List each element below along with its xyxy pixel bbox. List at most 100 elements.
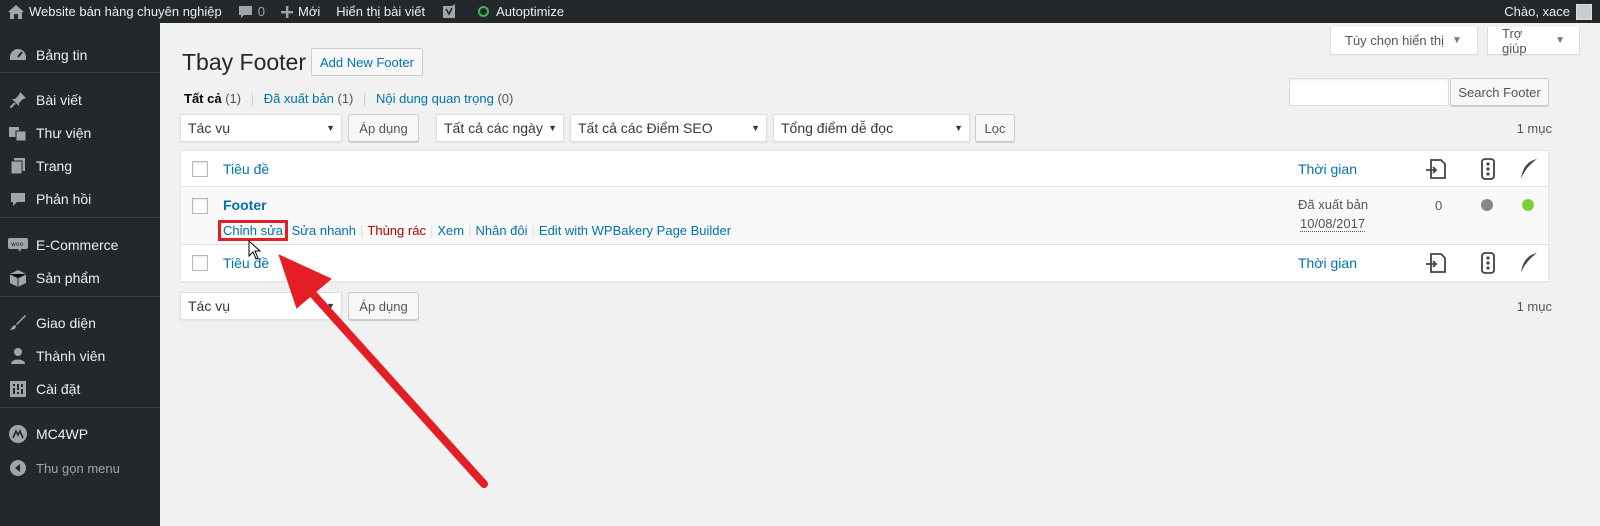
wpbakery-edit-link[interactable]: Edit with WPBakery Page Builder	[539, 223, 731, 238]
items-count: 1 mục	[1516, 121, 1552, 136]
search-footer-button[interactable]: Search Footer	[1450, 78, 1549, 106]
post-date: 10/08/2017	[1300, 216, 1366, 232]
filter-published-link[interactable]: Đã xuất bản	[264, 91, 334, 106]
title-column-header[interactable]: Tiêu đề	[223, 161, 269, 177]
sidebar-item-products[interactable]: Sản phẩm	[0, 263, 160, 293]
filter-all-count: (1)	[225, 91, 242, 106]
sidebar-item-dashboard[interactable]: Bảng tin	[0, 40, 160, 70]
sidebar-item-settings[interactable]: Cài đặt	[0, 374, 160, 404]
collapse-menu-label: Thu gọn menu	[36, 460, 120, 476]
filter-separator: |	[250, 91, 255, 106]
show-posts-link[interactable]: Hiển thị bài viết	[328, 0, 433, 23]
sidebar-item-ecommerce[interactable]: woo E-Commerce	[0, 230, 160, 260]
sidebar-item-comments[interactable]: Phản hồi	[0, 184, 160, 214]
filter-cornerstone-count: (0)	[497, 91, 514, 106]
help-button[interactable]: Trợ giúp ▼	[1487, 25, 1580, 56]
edit-highlight-box: Chỉnh sửa	[218, 220, 289, 241]
bulk-action-select-bottom[interactable]: Tác vụ ▼	[180, 292, 342, 320]
sidebar-item-label: Trang	[36, 158, 73, 174]
select-arrow-icon: ▼	[326, 301, 335, 311]
traffic-light-icon	[1477, 252, 1499, 274]
items-count-bottom: 1 mục	[1516, 299, 1552, 314]
admin-sidebar: Bảng tin Bài viết Thư viện Trang Phản hồ…	[0, 23, 160, 526]
select-all-checkbox[interactable]	[192, 161, 208, 177]
date-column-footer[interactable]: Thời gian	[1298, 255, 1357, 271]
apply-button[interactable]: Áp dụng	[348, 114, 419, 142]
links-icon	[1425, 252, 1447, 274]
seo-score-value: Tất cả các Điểm SEO	[578, 120, 713, 136]
filter-button[interactable]: Lọc	[975, 114, 1015, 142]
new-content-link[interactable]: Mới	[273, 0, 328, 23]
search-input[interactable]	[1289, 78, 1449, 106]
sidebar-item-users[interactable]: Thành viên	[0, 341, 160, 371]
media-icon	[8, 125, 28, 141]
feather-icon	[1518, 252, 1540, 274]
filter-cornerstone-link[interactable]: Nội dung quan trọng	[376, 91, 494, 106]
svg-text:woo: woo	[11, 241, 24, 248]
comment-bubble-icon	[238, 5, 253, 19]
row-title-link[interactable]: Footer	[223, 197, 267, 213]
seo-score-select[interactable]: Tất cả các Điểm SEO ▼	[570, 114, 767, 142]
date-column-header[interactable]: Thời gian	[1298, 161, 1357, 177]
help-label: Trợ giúp	[1502, 25, 1527, 56]
view-link[interactable]: Xem	[437, 223, 464, 238]
table-header-row: Tiêu đề Thời gian	[181, 151, 1548, 187]
table-row: Footer Chỉnh sửa Sửa nhanh | Thùng rác | Xem…	[181, 187, 1548, 245]
collapse-arrow-icon	[8, 460, 28, 476]
select-arrow-icon: ▼	[751, 123, 760, 133]
screen-options-button[interactable]: Tùy chọn hiển thị ▼	[1330, 27, 1478, 55]
filter-all-link[interactable]: Tất cả	[184, 91, 222, 106]
sidebar-item-media[interactable]: Thư viện	[0, 118, 160, 148]
plus-icon	[280, 5, 293, 18]
select-arrow-icon: ▼	[548, 123, 557, 133]
readability-value: Tổng điểm dễ đọc	[781, 120, 894, 136]
autoptimize-menu[interactable]: Autoptimize	[470, 0, 572, 23]
avatar	[1576, 3, 1592, 20]
table-footer-row: Tiêu đề Thời gian	[181, 245, 1548, 282]
traffic-light-icon	[1477, 158, 1499, 180]
select-all-checkbox-footer[interactable]	[192, 255, 208, 271]
sidebar-item-appearance[interactable]: Giao diện	[0, 308, 160, 338]
yoast-icon	[441, 3, 457, 20]
collapse-menu-button[interactable]: Thu gọn menu	[0, 453, 160, 483]
page-title: Tbay Footer	[182, 49, 306, 75]
readability-select[interactable]: Tổng điểm dễ đọc ▼	[773, 114, 970, 142]
add-new-footer-button[interactable]: Add New Footer	[311, 48, 423, 76]
bulk-action-value: Tác vụ	[188, 298, 231, 314]
title-column-footer[interactable]: Tiêu đề	[223, 255, 269, 271]
comments-count: 0	[257, 4, 265, 19]
row-checkbox[interactable]	[192, 198, 208, 214]
sidebar-item-pages[interactable]: Trang	[0, 151, 160, 181]
bulk-action-value: Tác vụ	[188, 120, 231, 136]
page-icon	[8, 158, 28, 174]
site-name-link[interactable]: Website bán hàng chuyên nghiệp	[0, 0, 230, 23]
post-status: Đã xuất bản	[1298, 197, 1369, 212]
sidebar-item-label: Bài viết	[36, 92, 82, 108]
sidebar-item-mc4wp[interactable]: MC4WP	[0, 419, 160, 449]
my-account[interactable]: Chào, xace	[1504, 0, 1592, 23]
filter-separator: |	[362, 91, 367, 106]
sidebar-item-label: Thành viên	[36, 348, 106, 364]
yoast-menu[interactable]	[433, 0, 470, 23]
date-filter-select[interactable]: Tất cả các ngày ▼	[436, 114, 564, 142]
greeting: Chào, xace	[1504, 4, 1570, 19]
sidebar-item-label: E-Commerce	[36, 237, 119, 253]
settings-icon	[8, 381, 28, 397]
comments-link[interactable]: 0	[230, 0, 273, 23]
sidebar-item-label: Sản phẩm	[36, 270, 100, 286]
date-filter-value: Tất cả các ngày	[444, 120, 543, 136]
menu-separator	[0, 407, 160, 408]
sidebar-item-posts[interactable]: Bài viết	[0, 85, 160, 115]
caret-down-icon: ▼	[1555, 35, 1565, 46]
edit-link[interactable]: Chỉnh sửa	[223, 223, 283, 238]
quick-edit-link[interactable]: Sửa nhanh	[292, 223, 356, 238]
trash-link[interactable]: Thùng rác	[367, 223, 426, 238]
sidebar-item-label: MC4WP	[36, 426, 89, 442]
menu-separator	[0, 217, 160, 218]
dashboard-icon	[8, 47, 28, 63]
pin-icon	[8, 92, 28, 108]
duplicate-link[interactable]: Nhân đôi	[475, 223, 527, 238]
posts-table: Tiêu đề Thời gian Footer Chỉnh sửa Sửa n…	[180, 150, 1549, 282]
bulk-action-select[interactable]: Tác vụ ▼	[180, 114, 342, 142]
apply-button-bottom[interactable]: Áp dụng	[348, 292, 419, 320]
